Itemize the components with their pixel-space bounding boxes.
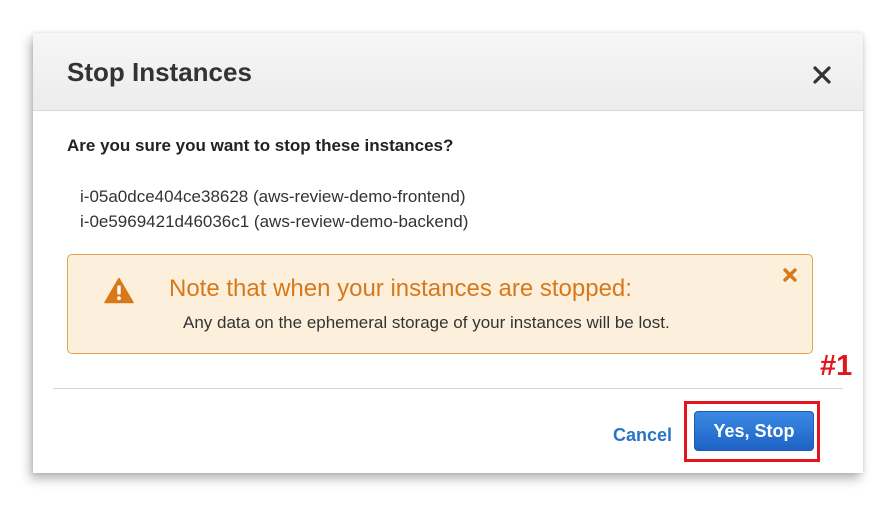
footer-divider bbox=[53, 388, 843, 389]
warning-text: Any data on the ephemeral storage of you… bbox=[183, 313, 670, 332]
close-icon[interactable] bbox=[807, 60, 837, 90]
cancel-button[interactable]: Cancel bbox=[613, 425, 672, 446]
step-label: #1 bbox=[820, 350, 853, 382]
instance-item: i-05a0dce404ce38628 (aws-review-demo-fro… bbox=[80, 187, 466, 206]
dismiss-x-icon[interactable] bbox=[781, 266, 799, 284]
warning-triangle-icon bbox=[104, 277, 134, 304]
instance-list: i-05a0dce404ce38628 (aws-review-demo-fro… bbox=[80, 184, 468, 234]
dialog-title: Stop Instances bbox=[67, 57, 252, 87]
warning-title: Note that when your instances are stoppe… bbox=[169, 275, 632, 302]
confirmation-question: Are you sure you want to stop these inst… bbox=[67, 136, 454, 155]
instance-item: i-0e5969421d46036c1 (aws-review-demo-bac… bbox=[80, 212, 469, 231]
step-highlight-box bbox=[684, 401, 820, 462]
dialog-header: Stop Instances bbox=[33, 33, 863, 111]
warning-alert: Note that when your instances are stoppe… bbox=[67, 254, 813, 354]
